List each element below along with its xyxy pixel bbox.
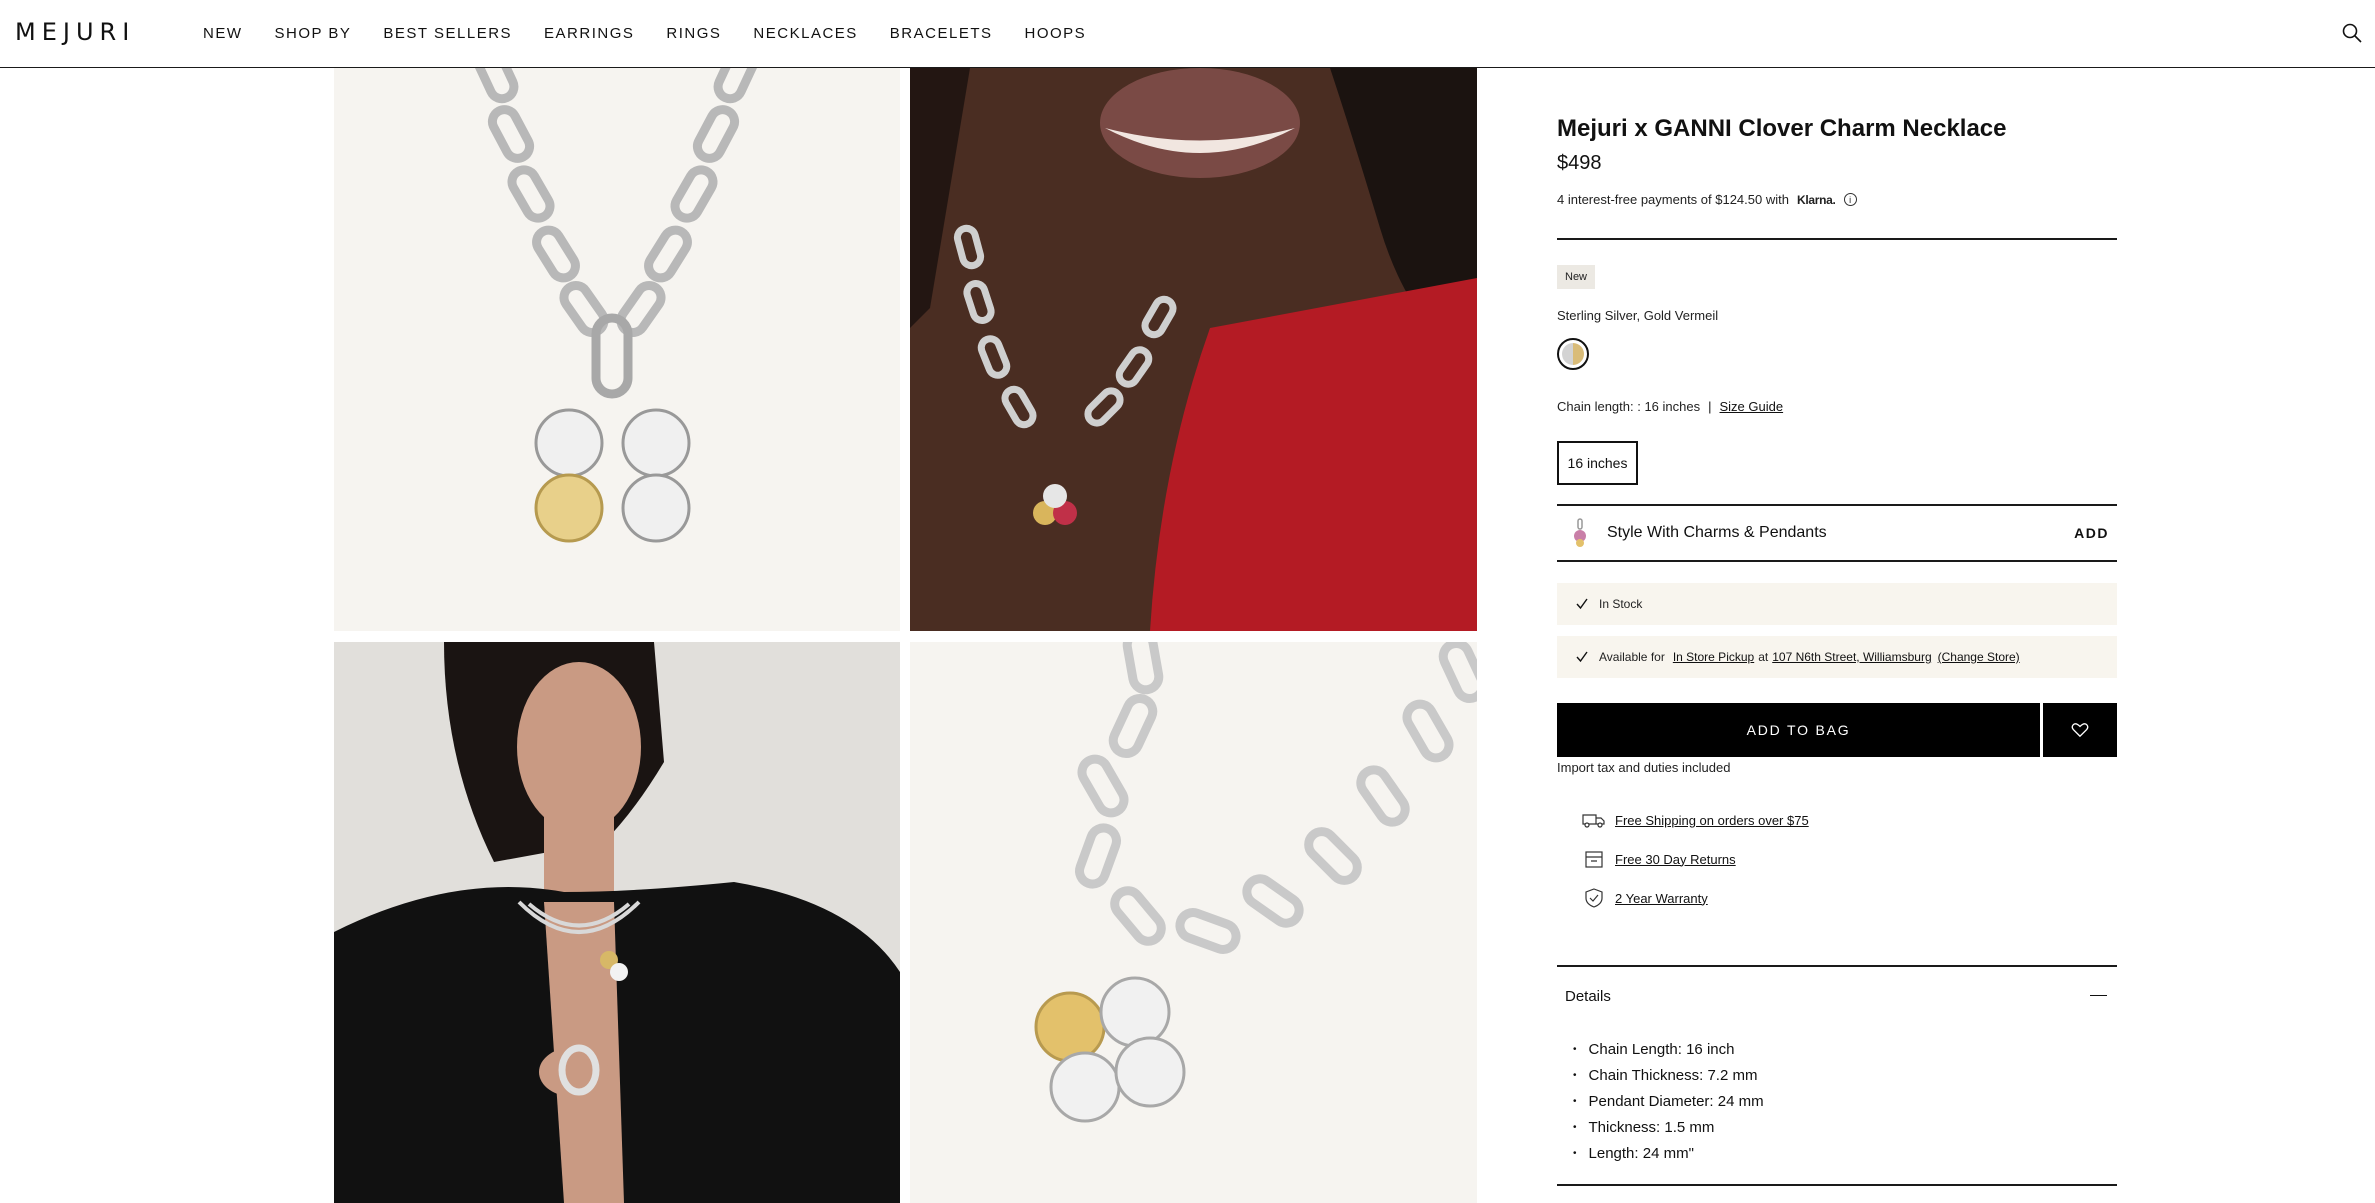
add-charm-button[interactable]: ADD <box>2074 525 2109 541</box>
divider <box>1557 1184 2117 1186</box>
swatch-color <box>1562 343 1584 365</box>
shield-check-icon <box>1585 888 1603 908</box>
nav-hoops[interactable]: HOOPS <box>1025 25 1087 42</box>
in-stock-label: In Stock <box>1599 597 1643 611</box>
mejuri-logo[interactable]: MEJURI <box>15 18 135 46</box>
nav-new[interactable]: NEW <box>203 25 243 42</box>
style-with-charms-row[interactable]: Style With Charms & Pendants ADD <box>1557 505 2117 561</box>
chain-length-label: Chain length: : 16 inches <box>1557 399 1701 414</box>
truck-icon <box>1582 814 1605 828</box>
pickup-prefix: Available for <box>1599 650 1665 664</box>
divider <box>1557 238 2117 240</box>
divider <box>1557 560 2117 562</box>
tax-note: Import tax and duties included <box>1557 760 1731 775</box>
check-icon <box>1576 651 1588 663</box>
product-image-model-closeup[interactable] <box>910 68 1477 631</box>
details-item: Chain Thickness: 7.2 mm <box>1573 1062 1764 1088</box>
style-with-label: Style With Charms & Pendants <box>1607 524 1827 541</box>
nav-necklaces[interactable]: NECKLACES <box>753 25 857 42</box>
warranty-link[interactable]: 2 Year Warranty <box>1582 886 1708 910</box>
product-title: Mejuri x GANNI Clover Charm Necklace <box>1557 115 2007 142</box>
store-pickup-status: Available for In Store Pickup at 107 N6t… <box>1557 636 2117 678</box>
site-header: MEJURI NEW SHOP BY BEST SELLERS EARRINGS… <box>0 0 2375 68</box>
details-item: Thickness: 1.5 mm <box>1573 1114 1764 1140</box>
chain-length-row: Chain length: : 16 inches | Size Guide <box>1557 399 1783 414</box>
size-guide-link[interactable]: Size Guide <box>1720 399 1784 414</box>
details-list: Chain Length: 16 inch Chain Thickness: 7… <box>1573 1036 1764 1166</box>
info-icon[interactable]: i <box>1843 193 1857 206</box>
change-store-link[interactable]: (Change Store) <box>1938 650 2020 664</box>
size-option-16-inches[interactable]: 16 inches <box>1557 441 1638 485</box>
in-store-pickup-link[interactable]: In Store Pickup <box>1673 650 1754 664</box>
details-item: Chain Length: 16 inch <box>1573 1036 1764 1062</box>
nav-bracelets[interactable]: BRACELETS <box>890 25 993 42</box>
free-returns-label: Free 30 Day Returns <box>1615 851 1736 867</box>
nav-rings[interactable]: RINGS <box>666 25 721 42</box>
details-item: Pendant Diameter: 24 mm <box>1573 1088 1764 1114</box>
stock-status: In Stock <box>1557 583 2117 625</box>
nav-best-sellers[interactable]: BEST SELLERS <box>383 25 512 42</box>
details-accordion-toggle[interactable]: Details <box>1557 966 2117 1026</box>
klarna-text: 4 interest-free payments of $124.50 with <box>1557 192 1789 207</box>
free-shipping-link[interactable]: Free Shipping on orders over $75 <box>1582 808 1809 832</box>
main-nav: NEW SHOP BY BEST SELLERS EARRINGS RINGS … <box>203 0 1086 66</box>
charm-thumbnail-icon <box>1574 518 1586 547</box>
free-shipping-label: Free Shipping on orders over $75 <box>1615 812 1809 828</box>
product-price: $498 <box>1557 152 1602 174</box>
warranty-label: 2 Year Warranty <box>1615 890 1708 906</box>
check-icon <box>1576 598 1588 610</box>
pickup-store-link[interactable]: 107 N6th Street, Williamsburg <box>1772 650 1931 664</box>
nav-shop-by[interactable]: SHOP BY <box>275 25 352 42</box>
new-badge: New <box>1557 265 1596 289</box>
returns-box-icon <box>1585 851 1603 868</box>
product-image-chain-detail[interactable] <box>910 642 1477 1203</box>
details-item: Length: 24 mm" <box>1573 1140 1764 1166</box>
pickup-at: at <box>1758 650 1769 664</box>
minus-icon <box>2090 995 2107 996</box>
details-title: Details <box>1565 987 1611 1005</box>
free-returns-link[interactable]: Free 30 Day Returns <box>1582 847 1736 871</box>
klarna-logo: Klarna. <box>1796 192 1836 207</box>
search-icon[interactable] <box>2341 22 2363 44</box>
product-image-model-portrait[interactable] <box>334 642 900 1203</box>
material-label: Sterling Silver, Gold Vermeil <box>1557 308 1719 323</box>
wishlist-button[interactable] <box>2043 703 2117 757</box>
add-to-bag-button[interactable]: ADD TO BAG <box>1557 703 2040 757</box>
material-swatch[interactable] <box>1557 338 1589 370</box>
klarna-installments: 4 interest-free payments of $124.50 with… <box>1557 192 1857 207</box>
product-image-pendant[interactable] <box>334 68 900 631</box>
separator: | <box>1708 399 1712 414</box>
nav-earrings[interactable]: EARRINGS <box>544 25 634 42</box>
heart-icon <box>2071 723 2089 738</box>
